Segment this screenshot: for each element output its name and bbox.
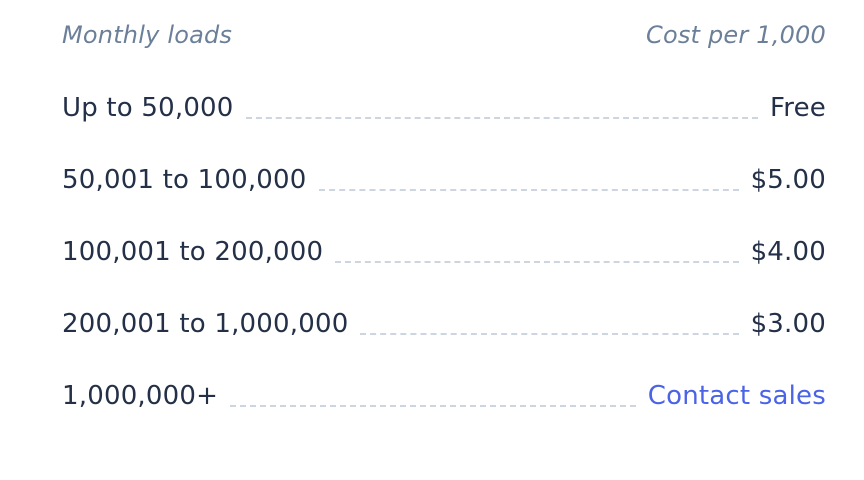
pricing-tier-row: 200,001 to 1,000,000 $3.00 — [62, 288, 826, 360]
dotted-leader — [245, 117, 759, 119]
pricing-table: Monthly loads Cost per 1,000 Up to 50,00… — [62, 0, 826, 432]
tier-range-label: 200,001 to 1,000,000 — [62, 309, 349, 339]
dotted-leader — [360, 333, 739, 335]
tier-range-label: 1,000,000+ — [62, 381, 219, 411]
monthly-loads-header: Monthly loads — [62, 21, 233, 49]
pricing-tier-row: 50,001 to 100,000 $5.00 — [62, 144, 826, 216]
dotted-leader — [230, 405, 636, 407]
contact-sales-link[interactable]: Contact sales — [648, 381, 826, 411]
pricing-tier-row: 100,001 to 200,000 $4.00 — [62, 216, 826, 288]
dotted-leader — [318, 189, 739, 191]
dotted-leader — [335, 261, 739, 263]
tier-range-label: 100,001 to 200,000 — [62, 237, 324, 267]
table-header: Monthly loads Cost per 1,000 — [62, 0, 826, 72]
tier-range-label: Up to 50,000 — [62, 93, 234, 123]
pricing-tier-row: 1,000,000+ Contact sales — [62, 360, 826, 432]
tier-range-label: 50,001 to 100,000 — [62, 165, 307, 195]
tier-price: $5.00 — [750, 165, 826, 195]
tier-price: $4.00 — [750, 237, 826, 267]
pricing-tier-row: Up to 50,000 Free — [62, 72, 826, 144]
tier-price: Free — [770, 93, 826, 123]
cost-per-1000-header: Cost per 1,000 — [646, 21, 826, 49]
tier-price: $3.00 — [750, 309, 826, 339]
